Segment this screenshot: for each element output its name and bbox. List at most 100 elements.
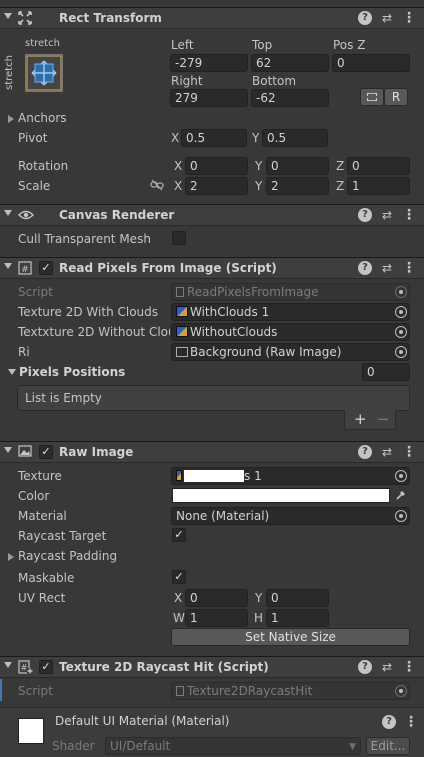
- canvas-renderer-header[interactable]: Canvas Renderer ? ⇄ ⋮: [0, 204, 424, 226]
- blueprint-mode-button[interactable]: [360, 88, 384, 106]
- uv-w-input[interactable]: 1: [185, 609, 248, 627]
- scale-y-input[interactable]: 2: [266, 177, 329, 195]
- set-native-size-button[interactable]: Set Native Size: [171, 628, 410, 646]
- scale-label: Scale: [18, 179, 51, 193]
- scale-z-input[interactable]: 1: [347, 177, 410, 195]
- context-menu-icon[interactable]: ⋮: [402, 260, 416, 276]
- script-plus-icon: #: [18, 660, 33, 674]
- object-picker-icon[interactable]: [395, 306, 407, 318]
- edit-shader-button[interactable]: Edit...: [366, 737, 410, 755]
- component-title: Texture 2D Raycast Hit (Script): [59, 660, 269, 674]
- pixels-positions-size-input[interactable]: 0: [362, 363, 410, 381]
- presets-icon[interactable]: ⇄: [380, 260, 394, 276]
- help-icon[interactable]: ?: [358, 445, 372, 459]
- object-picker-icon[interactable]: [395, 510, 407, 522]
- component-title: Raw Image: [59, 445, 134, 459]
- bottom-column-label: Bottom: [252, 74, 297, 88]
- add-element-button[interactable]: +: [354, 410, 367, 428]
- anchors-label[interactable]: Anchors: [18, 111, 67, 125]
- context-menu-icon[interactable]: ⋮: [402, 10, 416, 26]
- right-column-label: Right: [171, 74, 203, 88]
- context-menu-icon[interactable]: ⋮: [402, 444, 416, 460]
- raycast-padding-label[interactable]: Raycast Padding: [18, 549, 117, 563]
- cull-transparent-mesh-checkbox[interactable]: [172, 231, 186, 245]
- material-value: None (Material): [176, 509, 270, 523]
- anchor-stretch-icon: [26, 55, 62, 91]
- pivot-x-input[interactable]: 0.5: [181, 129, 247, 147]
- collapse-chevron-icon[interactable]: [4, 13, 12, 19]
- presets-icon[interactable]: ⇄: [380, 659, 394, 675]
- uv-y-input[interactable]: 0: [266, 589, 329, 607]
- material-preview[interactable]: [18, 718, 44, 744]
- rotation-y-axis: Y: [255, 159, 263, 173]
- dropdown-arrow-icon: ▼: [349, 742, 356, 752]
- texture-with-clouds-field[interactable]: WithClouds 1: [171, 303, 410, 321]
- presets-icon[interactable]: ⇄: [380, 10, 394, 26]
- help-icon[interactable]: ?: [382, 715, 396, 729]
- anchor-presets-button[interactable]: [25, 54, 63, 92]
- ri-field[interactable]: Background (Raw Image): [171, 343, 410, 361]
- rotation-x-input[interactable]: 0: [185, 157, 248, 175]
- constrain-proportions-icon[interactable]: [150, 179, 164, 194]
- object-picker-icon[interactable]: [395, 346, 407, 358]
- context-menu-icon[interactable]: ⋮: [404, 714, 418, 730]
- top-input[interactable]: 62: [251, 54, 329, 72]
- uv-rect-label: UV Rect: [18, 591, 66, 605]
- right-input[interactable]: 279: [170, 89, 248, 107]
- left-column-label: Left: [171, 38, 194, 52]
- texture-without-clouds-field[interactable]: WithoutClouds: [171, 323, 410, 341]
- bottom-input[interactable]: -62: [251, 89, 329, 107]
- uv-x-input[interactable]: 0: [185, 589, 248, 607]
- pixels-positions-foldout-icon[interactable]: [8, 369, 16, 375]
- remove-element-button[interactable]: −: [377, 410, 390, 428]
- object-picker-icon[interactable]: [395, 470, 407, 482]
- script-label: Script: [18, 285, 53, 299]
- script-field: ReadPixelsFromImage: [171, 283, 410, 301]
- enabled-checkbox[interactable]: ✓: [39, 261, 53, 275]
- eyedropper-icon[interactable]: [395, 488, 407, 504]
- raycast-target-checkbox[interactable]: ✓: [172, 528, 186, 542]
- shader-label: Shader: [52, 739, 95, 753]
- read-pixels-header[interactable]: # ✓ Read Pixels From Image (Script) ? ⇄ …: [0, 257, 424, 279]
- uv-h-input[interactable]: 1: [266, 609, 329, 627]
- raycast-padding-foldout-icon[interactable]: [8, 553, 14, 561]
- raw-image-header[interactable]: ✓ Raw Image ? ⇄ ⋮: [0, 441, 424, 463]
- maskable-checkbox[interactable]: ✓: [172, 570, 186, 584]
- posz-column-label: Pos Z: [333, 38, 366, 52]
- enabled-checkbox[interactable]: ✓: [39, 445, 53, 459]
- texture-asset-icon: [176, 470, 182, 481]
- context-menu-icon[interactable]: ⋮: [402, 207, 416, 223]
- material-field[interactable]: None (Material): [171, 507, 410, 525]
- enabled-checkbox[interactable]: ✓: [39, 660, 53, 674]
- scale-x-input[interactable]: 2: [185, 177, 248, 195]
- image-component-icon: [18, 445, 32, 459]
- raw-edit-button[interactable]: R: [384, 88, 408, 106]
- posz-input[interactable]: 0: [332, 54, 410, 72]
- left-input[interactable]: -279: [170, 54, 248, 72]
- uv-w-axis: W: [173, 611, 185, 625]
- csharp-script-icon: #: [18, 261, 32, 275]
- context-menu-icon[interactable]: ⋮: [402, 659, 416, 675]
- collapse-chevron-icon[interactable]: [4, 210, 12, 216]
- rect-transform-header[interactable]: Rect Transform ? ⇄ ⋮: [0, 7, 424, 29]
- raycast-hit-header[interactable]: # ✓ Texture 2D Raycast Hit (Script) ? ⇄ …: [0, 656, 424, 678]
- pivot-y-input[interactable]: 0.5: [262, 129, 328, 147]
- help-icon[interactable]: ?: [358, 261, 372, 275]
- collapse-chevron-icon[interactable]: [4, 263, 12, 269]
- help-icon[interactable]: ?: [358, 660, 372, 674]
- object-picker-icon[interactable]: [395, 326, 407, 338]
- color-swatch[interactable]: [172, 488, 390, 503]
- help-icon[interactable]: ?: [358, 11, 372, 25]
- presets-icon[interactable]: ⇄: [380, 207, 394, 223]
- pixels-positions-label[interactable]: Pixels Positions: [19, 365, 125, 379]
- texture-field[interactable]: s 1: [171, 467, 410, 485]
- help-icon[interactable]: ?: [358, 208, 372, 222]
- presets-icon[interactable]: ⇄: [380, 444, 394, 460]
- rotation-y-input[interactable]: 0: [266, 157, 329, 175]
- anchors-foldout-icon[interactable]: [8, 115, 14, 123]
- selection-indicator: [0, 679, 2, 701]
- collapse-chevron-icon[interactable]: [4, 662, 12, 668]
- collapse-chevron-icon[interactable]: [4, 447, 12, 453]
- blueprint-icon: [367, 93, 377, 101]
- rotation-z-input[interactable]: 0: [347, 157, 410, 175]
